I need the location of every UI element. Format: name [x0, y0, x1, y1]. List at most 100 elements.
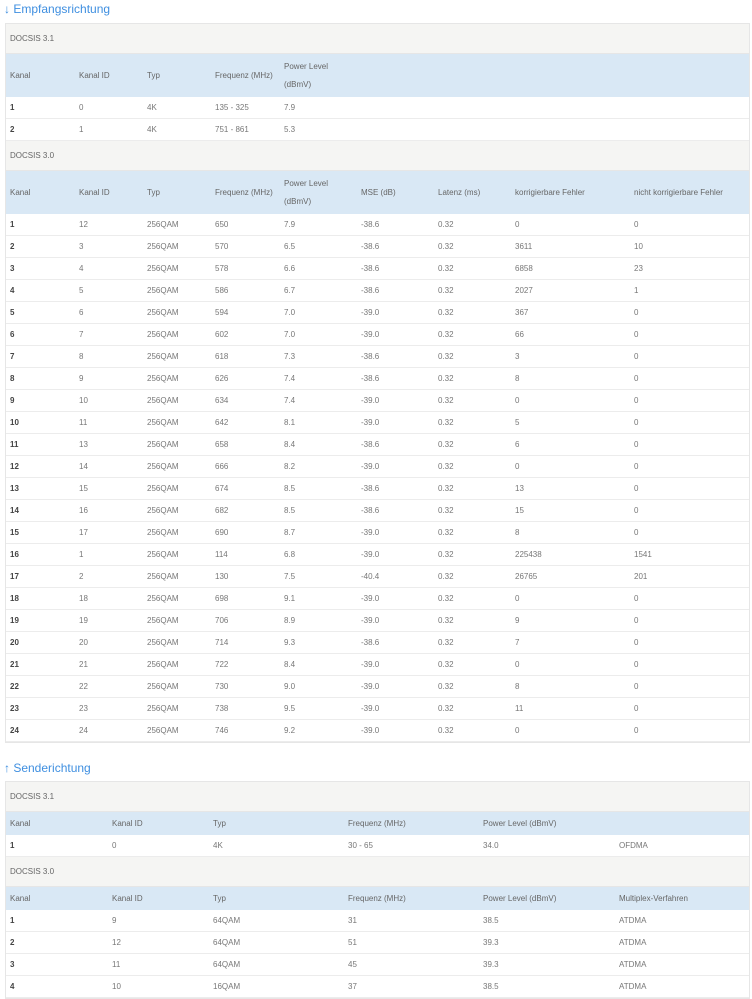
table-cell: 6858 [511, 257, 630, 280]
table-cell: 0 [511, 214, 630, 236]
table-cell: 256QAM [143, 301, 211, 324]
table-cell: 594 [211, 301, 280, 324]
column-header [434, 53, 511, 97]
table-row: 15 17 256QAM 690 8.7 -39.0 0.32 8 0 [6, 521, 749, 544]
table-cell: 626 [211, 367, 280, 390]
table-cell: 256QAM [143, 653, 211, 676]
table-cell: 256QAM [143, 521, 211, 544]
table-row: 17 2 256QAM 130 7.5 -40.4 0.32 26765 201 [6, 565, 749, 588]
table-cell: 3 [6, 953, 108, 976]
table-cell [357, 97, 434, 119]
table-cell: 1 [6, 835, 108, 857]
table-row: 1 9 64QAM 31 38.5 ATDMA [6, 910, 749, 932]
table-row: 19 19 256QAM 706 8.9 -39.0 0.32 9 0 [6, 609, 749, 632]
table-cell [511, 97, 630, 119]
table-cell: 45 [344, 953, 479, 976]
column-header: Power Level (dBmV) [479, 811, 615, 835]
table-cell: 0 [511, 587, 630, 610]
table-row: 2 1 4K 751 - 861 5.3 [6, 118, 749, 141]
table-cell: 1 [6, 910, 108, 932]
table-cell: 256QAM [143, 587, 211, 610]
table-cell: 6 [6, 323, 75, 346]
downstream-table-box: DOCSIS 3.1 Kanal Kanal ID Typ Frequenz (MHz)… [5, 23, 750, 743]
table-cell: 256QAM [143, 367, 211, 390]
table-cell: 674 [211, 477, 280, 500]
table-cell: 0 [630, 719, 749, 742]
table-cell: 1 [6, 97, 75, 119]
table-cell: 690 [211, 521, 280, 544]
table-cell: 66 [511, 323, 630, 346]
table-cell: 8 [75, 345, 143, 368]
table-cell: 8 [6, 367, 75, 390]
table-cell: 64QAM [209, 931, 344, 954]
table-cell: 18 [75, 587, 143, 610]
table-cell: -39.0 [357, 301, 434, 324]
table-cell: 9 [108, 910, 209, 932]
table-cell: 0.32 [434, 455, 511, 478]
table-cell: 706 [211, 609, 280, 632]
table-cell: 19 [6, 609, 75, 632]
table-row: 14 16 256QAM 682 8.5 -38.6 0.32 15 0 [6, 499, 749, 522]
group-label: DOCSIS 3.1 [6, 24, 749, 54]
table-cell: 0 [630, 631, 749, 654]
table-cell: 0 [630, 697, 749, 720]
table-cell: 8.1 [280, 411, 357, 434]
table-cell: 0 [630, 389, 749, 412]
table-cell: 9.3 [280, 631, 357, 654]
table-cell: 5 [511, 411, 630, 434]
table-cell: 24 [6, 719, 75, 742]
table-cell: 0 [511, 719, 630, 742]
table-cell: 64QAM [209, 953, 344, 976]
column-header: Typ [209, 886, 344, 910]
table-cell: 256QAM [143, 257, 211, 280]
table-cell: 14 [6, 499, 75, 522]
column-header: Kanal [6, 811, 108, 835]
table-cell: 0 [630, 345, 749, 368]
table-cell: 8 [511, 675, 630, 698]
table-cell: 2027 [511, 279, 630, 302]
table-cell: 714 [211, 631, 280, 654]
table-cell: 10 [630, 235, 749, 258]
column-header: Kanal ID [108, 811, 209, 835]
table-row: 18 18 256QAM 698 9.1 -39.0 0.32 0 0 [6, 587, 749, 610]
table-cell: 9 [6, 389, 75, 412]
table-cell: 256QAM [143, 609, 211, 632]
table-cell: 13 [511, 477, 630, 500]
column-header: Frequenz (MHz) [211, 170, 280, 214]
table-cell: 0 [630, 367, 749, 390]
table-cell: 10 [108, 975, 209, 998]
column-header: Typ [209, 811, 344, 835]
table-cell: -38.6 [357, 367, 434, 390]
table-row: 3 4 256QAM 578 6.6 -38.6 0.32 6858 23 [6, 257, 749, 280]
table-row: 3 11 64QAM 45 39.3 ATDMA [6, 953, 749, 976]
table-cell: 9.5 [280, 697, 357, 720]
table-cell: 7.5 [280, 565, 357, 588]
table-cell: 0.32 [434, 719, 511, 742]
table-row: 1 0 4K 30 - 65 34.0 OFDMA [6, 835, 749, 857]
table-cell: 12 [6, 455, 75, 478]
table-cell: ATDMA [615, 931, 749, 954]
table-cell: 9.0 [280, 675, 357, 698]
table-cell: -39.0 [357, 543, 434, 566]
table-cell: 4K [143, 97, 211, 119]
table-cell: -38.6 [357, 433, 434, 456]
column-header [511, 53, 630, 97]
table-row: 4 10 16QAM 37 38.5 ATDMA [6, 975, 749, 998]
column-header-row: Kanal Kanal ID Typ Frequenz (MHz) Power Leve… [6, 811, 749, 835]
table-cell: 0 [511, 455, 630, 478]
table-cell: 256QAM [143, 279, 211, 302]
table-cell: 7.3 [280, 345, 357, 368]
column-header [630, 53, 749, 97]
table-cell: 17 [75, 521, 143, 544]
table-cell: 0 [75, 97, 143, 119]
table-cell: 0 [511, 389, 630, 412]
table-cell: 6 [75, 301, 143, 324]
table-cell: 7 [75, 323, 143, 346]
table-cell: 22 [75, 675, 143, 698]
table-cell: 0.32 [434, 389, 511, 412]
table-cell: 2 [6, 118, 75, 141]
table-cell: 6.8 [280, 543, 357, 566]
table-row: 6 7 256QAM 602 7.0 -39.0 0.32 66 0 [6, 323, 749, 346]
table-cell: 0.32 [434, 587, 511, 610]
column-header: Frequenz (MHz) [344, 811, 479, 835]
